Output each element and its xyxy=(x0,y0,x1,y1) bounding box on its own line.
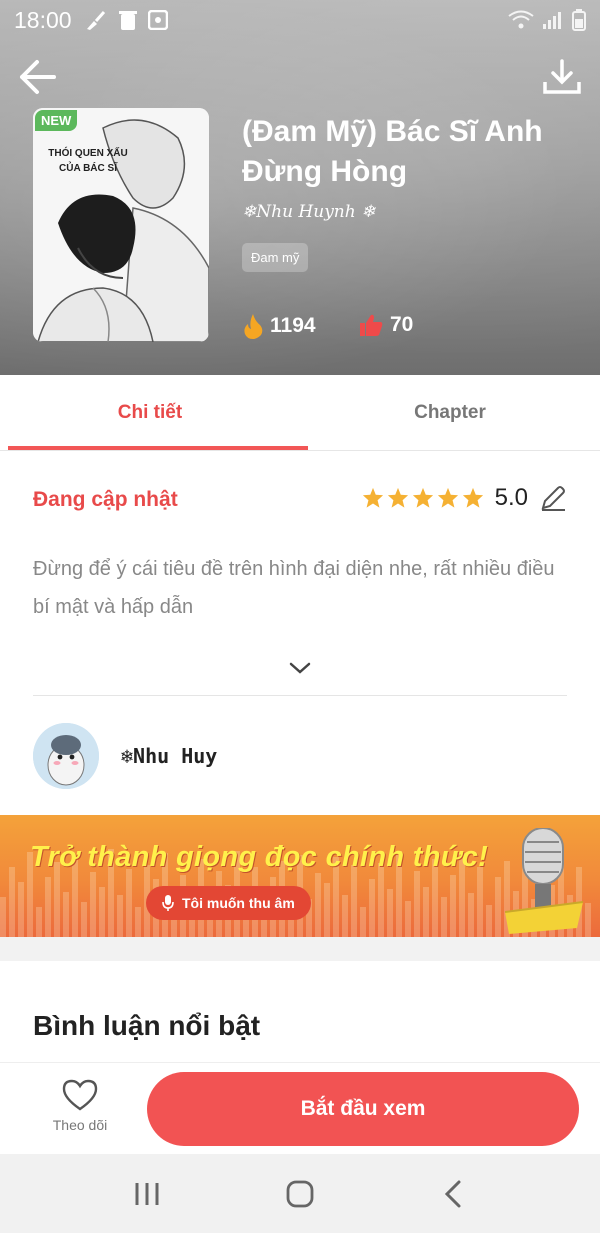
rating-value: 5.0 xyxy=(494,484,528,511)
divider xyxy=(33,695,567,696)
cover-title-text: THÓI QUEN XẤU CỦA BÁC SĨ xyxy=(48,148,128,174)
banner-title: Trở thành giọng đọc chính thức! xyxy=(30,841,489,873)
book-cover[interactable]: NEW THÓI QUEN XẤU CỦA BÁC SĨ xyxy=(33,108,209,342)
star-icon xyxy=(437,487,458,508)
uploader-name[interactable]: ❄Nhu Huy xyxy=(121,744,217,768)
thumbs-up-icon xyxy=(360,314,383,336)
follow-label: Theo dõi xyxy=(52,1117,108,1133)
start-reading-button[interactable]: Bắt đầu xem xyxy=(147,1072,579,1146)
trash-icon xyxy=(118,11,137,30)
back-button[interactable] xyxy=(16,55,60,99)
new-badge: NEW xyxy=(35,110,78,131)
uploader-row[interactable]: ❄Nhu Huy xyxy=(33,723,217,789)
star-icon xyxy=(387,487,408,508)
arrow-left-icon xyxy=(20,60,56,94)
battery-icon xyxy=(572,9,586,31)
wifi-icon xyxy=(508,10,534,29)
update-status: Đang cập nhật xyxy=(33,488,178,511)
download-button[interactable] xyxy=(540,55,584,99)
record-button-label: Tôi muốn thu âm xyxy=(182,895,295,911)
book-title: (Đam Mỹ) Bác Sĩ Anh Đừng Hòng xyxy=(242,115,543,188)
bottom-action-bar: Theo dõi Bắt đầu xem xyxy=(0,1062,600,1154)
follow-button[interactable]: Theo dõi xyxy=(40,1079,120,1133)
fire-icon xyxy=(244,314,263,339)
genre-tag[interactable]: Đam mỹ xyxy=(242,243,309,272)
chevron-left-icon xyxy=(445,1180,461,1207)
home-icon xyxy=(286,1180,314,1207)
system-navigation-bar xyxy=(0,1154,600,1233)
tab-details[interactable]: Chi tiết xyxy=(0,375,308,450)
comments-heading: Bình luận nổi bật xyxy=(33,1010,261,1041)
chevron-down-icon xyxy=(289,662,311,674)
author-name[interactable]: ❄Nhu Huynh ❄ xyxy=(242,202,375,222)
recent-apps-button[interactable] xyxy=(117,1164,177,1224)
expand-description-button[interactable] xyxy=(288,658,312,678)
penguin-avatar-image xyxy=(33,723,99,789)
edit-pencil-icon[interactable] xyxy=(539,484,567,512)
status-bar: 18:00 xyxy=(0,0,600,40)
status-time: 18:00 xyxy=(14,6,72,33)
likes-stat: 70 xyxy=(358,313,413,337)
studio-microphone-icon xyxy=(505,828,584,934)
home-button[interactable] xyxy=(270,1164,330,1224)
views-count: 1194 xyxy=(270,314,316,337)
rating: 5.0 xyxy=(362,484,567,512)
star-icon xyxy=(362,487,383,508)
hero-header: 18:00 NEW THÓI QUEN XẤU CỦA BÁC SĨ (Đam … xyxy=(0,0,600,375)
recent-apps-icon xyxy=(135,1182,159,1205)
image-icon xyxy=(147,10,168,30)
microphone-icon xyxy=(162,895,174,911)
download-icon xyxy=(543,59,581,94)
views-stat: 1194 xyxy=(242,313,316,339)
tab-bar: Chi tiết Chapter xyxy=(0,375,600,451)
cover-illustration xyxy=(33,108,209,342)
section-separator xyxy=(0,937,600,961)
avatar[interactable] xyxy=(33,723,99,789)
broom-icon xyxy=(86,11,105,30)
heart-icon xyxy=(62,1079,98,1111)
description: Đừng để ý cái tiêu đề trên hình đại diện… xyxy=(33,558,555,618)
likes-count: 70 xyxy=(390,313,414,336)
star-icon xyxy=(412,487,433,508)
system-back-button[interactable] xyxy=(423,1164,483,1224)
signal-icon xyxy=(543,12,561,29)
tab-chapter[interactable]: Chapter xyxy=(300,375,600,450)
star-icon xyxy=(462,487,483,508)
record-button[interactable]: Tôi muốn thu âm xyxy=(146,886,311,920)
